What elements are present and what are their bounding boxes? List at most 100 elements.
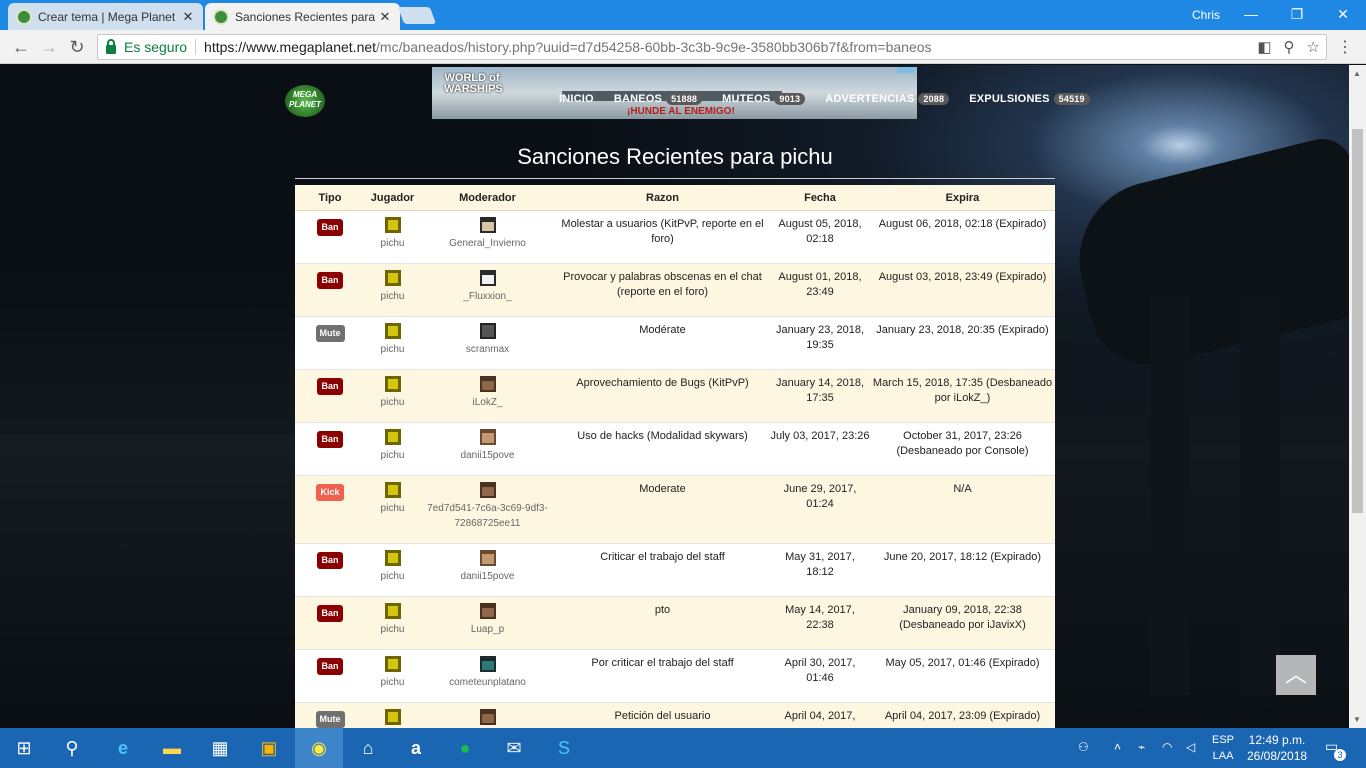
tab-crear-tema[interactable]: Crear tema | Mega Planet ✕	[8, 3, 203, 30]
player-head-icon[interactable]	[384, 270, 401, 286]
url-path[interactable]: /mc/baneados/history.php?uuid=d7d54258-6…	[376, 39, 932, 55]
table-row[interactable]: Ban pichu Luap_p pto May 14, 2017, 22:38…	[295, 597, 1055, 650]
moderator-name[interactable]: iLokZ_	[472, 397, 502, 408]
spotify-icon[interactable]: ●	[453, 736, 477, 760]
player-head-icon[interactable]	[384, 656, 401, 672]
scroll-to-top-button[interactable]: ︿	[1276, 655, 1316, 695]
player-head-icon[interactable]	[384, 709, 401, 725]
minimize-icon[interactable]: —	[1238, 4, 1264, 24]
windows-start-icon[interactable]: ⊞	[12, 736, 36, 760]
moderator-head-icon[interactable]	[479, 429, 496, 445]
tab-sanciones[interactable]: Sanciones Recientes para ✕	[205, 3, 400, 30]
browser-menu-icon[interactable]: ⋮	[1337, 37, 1353, 57]
scrollbar-thumb[interactable]	[1352, 129, 1363, 513]
profile-name[interactable]: Chris	[1192, 8, 1220, 22]
nav-baneos[interactable]: BANEOS 51888	[614, 93, 703, 105]
moderator-name[interactable]: Luap_p	[471, 624, 504, 635]
address-bar[interactable]: Es seguro https://www.megaplanet.net /mc…	[97, 34, 1327, 60]
secure-label[interactable]: Es seguro	[124, 39, 187, 55]
tab-close-icon[interactable]: ✕	[378, 9, 392, 25]
page-scrollbar[interactable]: ▲ ▼	[1349, 65, 1366, 728]
chrome-icon[interactable]: ◉	[307, 736, 331, 760]
close-window-icon[interactable]: ✕	[1330, 4, 1356, 24]
player-name[interactable]: pichu	[381, 291, 405, 302]
moderator-name[interactable]: General_Invierno	[449, 238, 526, 249]
moderator-head-icon[interactable]	[479, 270, 496, 286]
zoom-icon[interactable]: ⚲	[1284, 38, 1295, 56]
bookmark-star-icon[interactable]: ☆	[1307, 38, 1320, 56]
background-pillar	[1150, 295, 1190, 695]
moderator-head-icon[interactable]	[479, 376, 496, 392]
table-row[interactable]: Mute pichu scranmax Modérate January 23,…	[295, 317, 1055, 370]
skype-icon[interactable]: S	[552, 736, 576, 760]
player-name[interactable]: pichu	[381, 344, 405, 355]
player-head-icon[interactable]	[384, 323, 401, 339]
nav-advertencias[interactable]: ADVERTENCIAS 2088	[825, 93, 950, 105]
scroll-up-icon[interactable]: ▲	[1353, 69, 1361, 78]
file-explorer-icon[interactable]: ▬	[160, 736, 184, 760]
scroll-down-icon[interactable]: ▼	[1353, 715, 1361, 724]
table-row[interactable]: Ban pichu _Fluxxion_ Provocar y palabras…	[295, 264, 1055, 317]
tab-close-icon[interactable]: ✕	[181, 9, 195, 25]
player-name[interactable]: pichu	[381, 624, 405, 635]
moderator-head-icon[interactable]	[479, 482, 496, 498]
mail-icon[interactable]: ✉	[502, 736, 526, 760]
edge-icon[interactable]: e	[111, 736, 135, 760]
people-icon[interactable]: ⚇	[1078, 740, 1089, 754]
nav-expulsiones[interactable]: EXPULSIONES 54519	[969, 93, 1090, 105]
table-row[interactable]: Ban pichu General_Invierno Molestar a us…	[295, 211, 1055, 264]
moderator-head-icon[interactable]	[479, 709, 496, 725]
player-head-icon[interactable]	[384, 482, 401, 498]
player-head-icon[interactable]	[384, 550, 401, 566]
moderator-head-icon[interactable]	[479, 603, 496, 619]
moderator-name[interactable]: danii15pove	[461, 571, 515, 582]
adchoices-icon[interactable]	[897, 67, 915, 73]
home-icon[interactable]: ⌂	[356, 736, 380, 760]
maximize-icon[interactable]: ❐	[1284, 4, 1310, 24]
player-head-icon[interactable]	[384, 603, 401, 619]
url-host[interactable]: https://www.megaplanet.net	[204, 39, 376, 55]
app-icon[interactable]: ▣	[257, 736, 281, 760]
wifi-icon[interactable]: ◠	[1162, 740, 1172, 754]
table-row[interactable]: Ban pichu iLokZ_ Aprovechamiento de Bugs…	[295, 370, 1055, 423]
language-indicator[interactable]: ESP LAA	[1212, 732, 1234, 764]
forward-icon[interactable]: →	[38, 36, 60, 58]
megaplanet-logo[interactable]: MEGA PLANET	[285, 85, 325, 117]
moderator-name[interactable]: _Fluxxion_	[463, 291, 511, 302]
player-head-icon[interactable]	[384, 429, 401, 445]
search-icon[interactable]: ⚲	[60, 736, 84, 760]
power-icon[interactable]: ⌁	[1138, 740, 1145, 754]
moderator-head-icon[interactable]	[479, 550, 496, 566]
table-row[interactable]: Kick pichu 7ed7d541-7c6a-3c69-9df3-72868…	[295, 476, 1055, 544]
player-head-icon[interactable]	[384, 376, 401, 392]
reload-icon[interactable]: ↻	[66, 36, 88, 58]
nav-inicio[interactable]: INICIO	[559, 93, 594, 105]
moderator-name[interactable]: danii15pove	[461, 450, 515, 461]
back-icon[interactable]: ←	[10, 36, 32, 58]
tray-chevron-icon[interactable]: ˄	[1114, 740, 1121, 754]
player-name[interactable]: pichu	[381, 571, 405, 582]
table-row[interactable]: Ban pichu cometeunplatano Por criticar e…	[295, 650, 1055, 703]
player-name[interactable]: pichu	[381, 450, 405, 461]
moderator-name[interactable]: scranmax	[466, 344, 509, 355]
moderator-name[interactable]: 7ed7d541-7c6a-3c69-9df3-72868725ee11	[427, 503, 548, 529]
player-name[interactable]: pichu	[381, 677, 405, 688]
cookie-blocked-icon[interactable]: ◧	[1257, 38, 1271, 56]
table-row[interactable]: Ban pichu danii15pove Criticar el trabaj…	[295, 544, 1055, 597]
player-head-icon[interactable]	[384, 217, 401, 233]
table-row[interactable]: Ban pichu danii15pove Uso de hacks (Moda…	[295, 423, 1055, 476]
new-tab-button[interactable]	[397, 7, 437, 24]
player-name[interactable]: pichu	[381, 397, 405, 408]
moderator-head-icon[interactable]	[479, 323, 496, 339]
amazon-icon[interactable]: a	[404, 736, 428, 760]
moderator-name[interactable]: cometeunplatano	[449, 677, 526, 688]
moderator-head-icon[interactable]	[479, 656, 496, 672]
table-row[interactable]: Mute Petición del usuario April 04, 2017…	[295, 703, 1055, 728]
moderator-head-icon[interactable]	[479, 217, 496, 233]
player-name[interactable]: pichu	[381, 503, 405, 514]
player-name[interactable]: pichu	[381, 238, 405, 249]
nav-muteos[interactable]: MUTEOS 9013	[722, 93, 806, 105]
clock[interactable]: 12:49 p.m. 26/08/2018	[1247, 732, 1307, 764]
volume-icon[interactable]: ◁	[1186, 740, 1195, 754]
store-icon[interactable]: ▦	[208, 736, 232, 760]
